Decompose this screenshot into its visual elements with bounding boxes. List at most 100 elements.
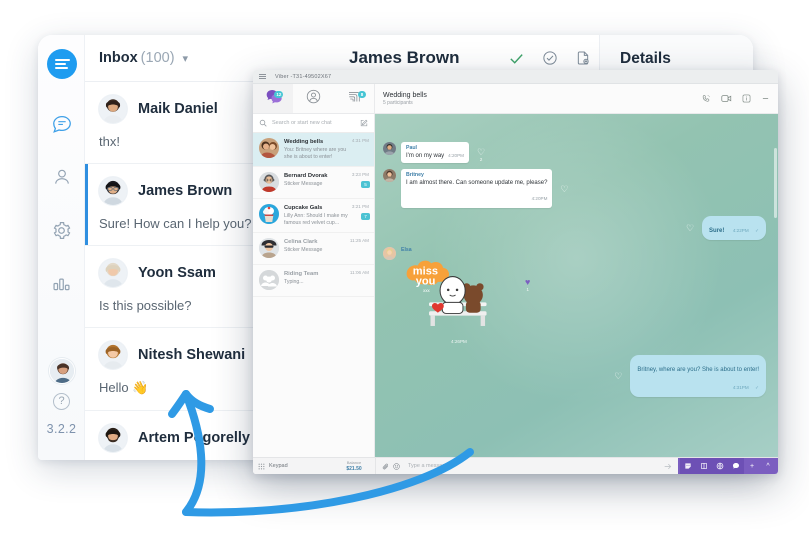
chevron-up-icon[interactable]: ^ bbox=[760, 458, 776, 474]
viber-chat-preview: Sticker Message bbox=[284, 181, 323, 187]
heart-icon[interactable]: ♡ bbox=[686, 223, 694, 233]
rail-item-contacts[interactable] bbox=[38, 160, 85, 194]
message-time: 4:20PM bbox=[531, 196, 548, 201]
gif-icon[interactable] bbox=[712, 458, 728, 474]
viber-chat-preview: You: Britney where are you she is about … bbox=[284, 147, 347, 160]
viber-message-canvas: Paul I'm on my way 4:20PM ♡ 2 Britney I … bbox=[375, 114, 778, 457]
chevron-down-icon[interactable]: ▾ bbox=[183, 52, 189, 65]
viber-chat-item-wedding-bells[interactable]: Wedding bells You: Britney where are you… bbox=[253, 133, 374, 167]
video-camera-icon[interactable] bbox=[721, 90, 732, 108]
viber-chat-preview: Lilly Ann: Should I make my famous red v… bbox=[284, 213, 348, 226]
tab-chats[interactable]: 12 bbox=[253, 84, 294, 113]
message-text: I'm on my way bbox=[406, 153, 445, 159]
viber-chat-preview: Sticker Message bbox=[284, 247, 323, 253]
viber-unread-badge: 7 bbox=[361, 213, 370, 220]
details-title: Details bbox=[620, 50, 671, 67]
sticker-image: miss you xxx bbox=[406, 260, 487, 326]
message-reaction[interactable]: ♥ 1 bbox=[525, 277, 531, 293]
sent-check-icon: ✓ bbox=[755, 228, 759, 233]
viber-chat-item-celina-clark[interactable]: Celina Clark Sticker Message 11:25 AM bbox=[253, 233, 374, 265]
image-icon[interactable] bbox=[696, 458, 712, 474]
paperclip-icon[interactable] bbox=[382, 457, 389, 474]
rail-item-settings[interactable] bbox=[38, 213, 85, 247]
avatar bbox=[383, 142, 396, 155]
avatar bbox=[259, 172, 279, 192]
inbox-title: Inbox bbox=[99, 50, 138, 66]
message-compose-bar[interactable]: Type a message... bbox=[375, 458, 678, 474]
sent-check-icon: ✓ bbox=[755, 385, 759, 390]
send-icon[interactable] bbox=[664, 457, 672, 474]
viber-conversation-actions bbox=[702, 90, 770, 108]
heart-icon: ♡ bbox=[560, 184, 569, 194]
message-scrollbar[interactable] bbox=[774, 148, 777, 218]
inbox-count: (100) bbox=[140, 50, 175, 66]
balance-display[interactable]: Balance $21.50 bbox=[333, 460, 375, 472]
compose-icon[interactable] bbox=[360, 114, 368, 132]
message-row: ♡ Britney, where are you? She is about t… bbox=[375, 355, 766, 397]
viber-search-bar[interactable]: Search or start new chat bbox=[253, 114, 374, 133]
viber-chat-item-riding-team[interactable]: Riding Team Typing... 11:06 AM bbox=[253, 265, 374, 297]
message-text: Sure! bbox=[709, 228, 725, 234]
svg-text:you: you bbox=[416, 276, 436, 288]
avatar bbox=[99, 259, 127, 287]
screenshot-root: ? 3.2.2 Inbox (100) ▾ Maik Daniel thx! J… bbox=[0, 0, 809, 535]
message-bubble-incoming: Paul I'm on my way 4:20PM bbox=[401, 142, 469, 163]
keypad-button[interactable]: Keypad bbox=[253, 457, 333, 474]
clock-check-icon[interactable] bbox=[542, 50, 558, 66]
chat-bubble-icon bbox=[51, 113, 73, 135]
message-time: 4:26PM bbox=[451, 339, 467, 344]
tab-calls[interactable]: 8 bbox=[334, 84, 374, 113]
message-sender: Paul bbox=[406, 145, 417, 151]
avatar bbox=[259, 204, 279, 224]
heart-purple-icon: ♥ bbox=[525, 277, 531, 287]
message-bubble-outgoing: Britney, where are you? She is about to … bbox=[630, 355, 766, 397]
viber-conversation-title: Wedding bells bbox=[383, 91, 427, 99]
reaction-count: 1 bbox=[526, 287, 529, 292]
check-icon[interactable] bbox=[508, 50, 525, 67]
help-icon[interactable]: ? bbox=[53, 393, 70, 410]
plus-icon[interactable]: + bbox=[744, 458, 760, 474]
heart-icon[interactable]: ♡ bbox=[614, 371, 622, 381]
app-logo-icon bbox=[47, 49, 77, 79]
document-icon[interactable] bbox=[575, 50, 591, 66]
app-navigation-rail: ? 3.2.2 bbox=[38, 35, 85, 460]
detail-contact-name: James Brown bbox=[349, 48, 460, 67]
avatar bbox=[383, 169, 396, 182]
viber-extensions-toolbar: + ^ bbox=[678, 458, 778, 474]
user-avatar[interactable] bbox=[49, 358, 75, 384]
avatar bbox=[99, 424, 127, 452]
message-text: I am almost there. Can someone update me… bbox=[406, 180, 548, 186]
phone-icon[interactable] bbox=[702, 90, 711, 108]
info-circle-icon[interactable] bbox=[742, 90, 751, 108]
rail-item-statistics[interactable] bbox=[38, 266, 85, 300]
hamburger-icon[interactable] bbox=[259, 72, 266, 81]
message-time: 4:22PM bbox=[732, 228, 749, 233]
sticker-icon[interactable] bbox=[680, 458, 696, 474]
balance-value: $21.50 bbox=[346, 466, 362, 472]
viber-chat-time: 11:25 AM bbox=[349, 238, 369, 243]
message-time: 4:20PM bbox=[448, 153, 464, 158]
viber-chat-item-bernard-dvorak[interactable]: Bernard Dvorak Sticker Message 3:23 PM 5 bbox=[253, 167, 374, 199]
message-sender: Britney bbox=[406, 172, 424, 178]
chat-extension-icon[interactable] bbox=[728, 458, 744, 474]
smiley-icon[interactable] bbox=[393, 457, 400, 474]
viber-chat-time: 3:21 PM bbox=[351, 204, 369, 209]
search-icon bbox=[259, 114, 267, 132]
avatar bbox=[99, 95, 127, 123]
viber-chat-name: Riding Team bbox=[284, 271, 319, 277]
message-reaction[interactable]: ♡ 2 bbox=[477, 148, 485, 163]
rail-item-messages[interactable] bbox=[38, 107, 85, 141]
gear-icon bbox=[51, 220, 72, 241]
person-icon bbox=[52, 167, 72, 187]
message-row: Britney I am almost there. Can someone u… bbox=[383, 169, 778, 208]
viber-chat-item-cupcake-gals[interactable]: Cupcake Gals Lilly Ann: Should I make my… bbox=[253, 199, 374, 233]
sticker-message: miss you xxx ♥ 1 bbox=[401, 258, 778, 332]
viber-chat-time: 11:06 AM bbox=[349, 270, 369, 275]
message-reaction[interactable]: ♡ bbox=[560, 185, 568, 194]
minimize-icon[interactable] bbox=[761, 90, 770, 108]
viber-window: Viber -T31-49502X67 12 8 Search or start… bbox=[253, 70, 778, 474]
tab-contacts[interactable] bbox=[293, 84, 333, 113]
viber-titlebar-text: Viber -T31-49502X67 bbox=[275, 73, 332, 80]
svg-text:xxx: xxx bbox=[423, 288, 430, 293]
viber-conversation-header: Wedding bells 5 participants bbox=[375, 84, 778, 114]
